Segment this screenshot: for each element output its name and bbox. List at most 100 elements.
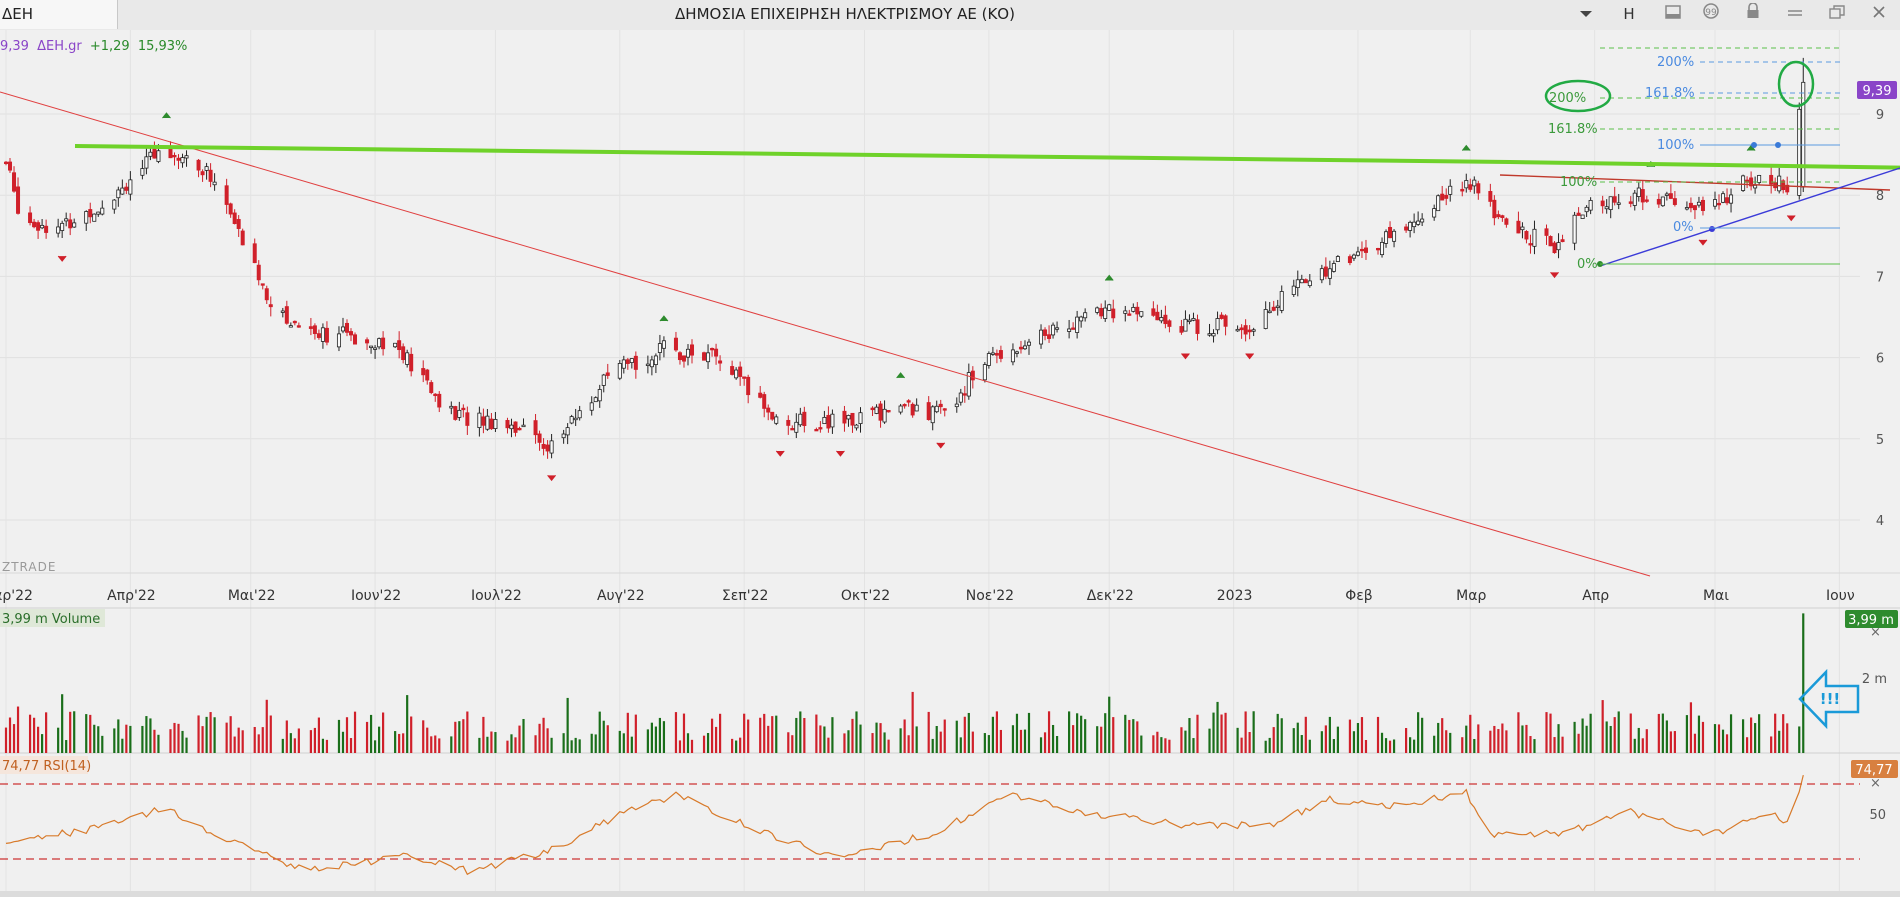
candle-body [1376, 247, 1381, 251]
time-tick-label: Φεβ [1345, 588, 1373, 604]
candle-body [1191, 318, 1196, 321]
candle-body [702, 352, 707, 361]
candle-body [1195, 319, 1200, 334]
candle-body [481, 416, 486, 426]
candle-body [44, 225, 49, 233]
last-price: 9,39 [0, 39, 29, 54]
candle-body [930, 406, 935, 424]
candle-body [742, 376, 747, 379]
candle-body [565, 427, 570, 436]
candle-body [1757, 175, 1762, 183]
candle-body [1741, 175, 1746, 191]
candle-body [1492, 199, 1497, 219]
horizontal-scrollbar[interactable] [0, 891, 1900, 897]
candle-body [1516, 220, 1521, 234]
candle-body [1026, 341, 1031, 346]
candle-body [1239, 327, 1244, 331]
candle-body [72, 222, 77, 228]
candle-body [1725, 197, 1730, 204]
volume-close-icon[interactable]: × [1870, 625, 1881, 640]
candle-body [629, 358, 634, 363]
window-titlebar: ΔΕΗ ΔΗΜΟΣΙΑ ΕΠΙΧΕΙΡΗΣΗ ΗΛΕΚΤΡΙΣΜΟΥ ΑΕ (Κ… [0, 0, 1900, 31]
candle-body [677, 352, 682, 361]
candle-body [152, 148, 157, 159]
candle-body [1299, 278, 1304, 284]
candle-body [998, 350, 1003, 359]
candle-body [910, 403, 915, 416]
candle-body [260, 283, 265, 286]
candle-body [1135, 306, 1140, 315]
candle-body [252, 243, 257, 264]
candle-body [236, 219, 241, 229]
trend-anchor-point[interactable] [1709, 226, 1715, 232]
candle-body [1275, 305, 1280, 308]
rsi-close-icon[interactable]: × [1870, 776, 1881, 791]
close-icon[interactable] [1864, 0, 1894, 29]
candle-body [409, 353, 414, 372]
candle-body [1700, 199, 1705, 211]
candle-body [1167, 320, 1172, 327]
candle-body [1672, 198, 1677, 205]
candle-body [489, 418, 494, 430]
candle-body [156, 150, 161, 162]
candle-body [954, 403, 959, 408]
candle-body [846, 415, 851, 420]
candle-body [421, 368, 426, 376]
candle-body [1159, 317, 1164, 322]
quote-icon[interactable]: 99 [1696, 0, 1726, 29]
candle-body [40, 224, 45, 229]
header-h-button[interactable]: H [1614, 0, 1644, 29]
candle-body [1640, 189, 1645, 203]
candle-body [1388, 226, 1393, 239]
candle-body [1753, 184, 1758, 189]
ticker-label: ΔΕΗ.gr [37, 39, 82, 54]
candle-body [874, 406, 879, 414]
candle-body [461, 407, 466, 411]
candle-body [938, 403, 943, 408]
candle-body [1664, 193, 1669, 196]
candle-body [1488, 191, 1493, 202]
candle-body [184, 155, 189, 159]
dropdown-chevron-icon[interactable] [1570, 0, 1602, 29]
candle-body [1243, 325, 1248, 335]
candle-body [605, 372, 610, 376]
candle-body [958, 392, 963, 403]
candle-body [1079, 316, 1084, 322]
candle-body [1067, 328, 1072, 332]
candle-body [886, 409, 891, 413]
chart-area[interactable]: 200% 161.8% 100% 0% 200% 161.8% 100% 0% … [0, 30, 1900, 897]
lock-icon[interactable] [1738, 0, 1768, 29]
candle-body [112, 199, 117, 210]
candle-body [1520, 226, 1525, 231]
candle-body [1187, 319, 1192, 323]
candle-body [369, 345, 374, 348]
candle-body [433, 393, 438, 397]
candle-body [1504, 218, 1509, 225]
candle-body [569, 416, 574, 424]
candle-body [533, 420, 538, 436]
candle-body [1576, 212, 1581, 216]
candle-body [794, 421, 799, 433]
candle-body [1713, 199, 1718, 207]
candle-body [8, 161, 13, 171]
candle-body [786, 419, 791, 426]
candle-body [1207, 333, 1212, 336]
candle-body [601, 374, 606, 386]
candle-body [1408, 221, 1413, 231]
symbol-tab[interactable]: ΔΕΗ [0, 0, 118, 29]
candle-body [882, 408, 887, 423]
minimize-icon[interactable] [1780, 0, 1810, 29]
candle-body [308, 326, 313, 329]
rsi-tick: 50 [1869, 808, 1886, 823]
time-tick-label: Δεκ'22 [1087, 588, 1134, 604]
candle-body [1047, 334, 1052, 339]
candle-body [1528, 243, 1533, 246]
candle-body [870, 407, 875, 411]
panel-icon[interactable] [1658, 0, 1688, 29]
restore-icon[interactable] [1822, 0, 1852, 29]
candle-body [1039, 329, 1044, 345]
candle-body [1464, 180, 1469, 189]
candle-body [1420, 218, 1425, 223]
time-tick-label: Μαι [1703, 588, 1729, 604]
candle-body [1307, 280, 1312, 287]
